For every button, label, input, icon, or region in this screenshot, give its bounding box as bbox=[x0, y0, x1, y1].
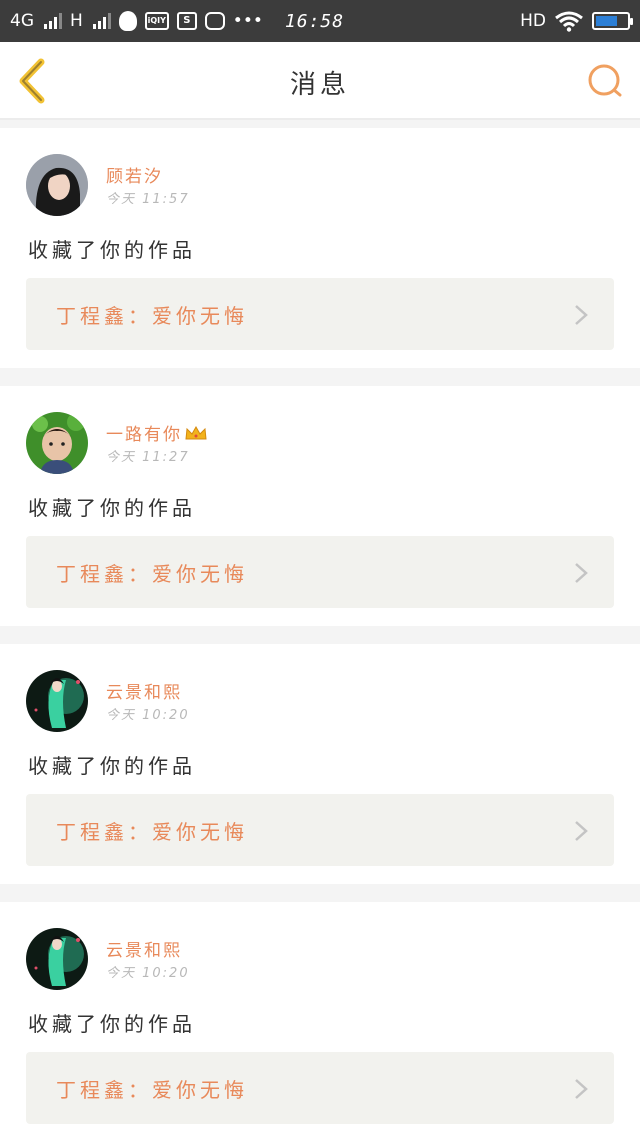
message-time: 今天 10:20 bbox=[106, 966, 190, 981]
message-time: 今天 11:57 bbox=[106, 192, 190, 207]
username[interactable]: 一路有你 bbox=[106, 420, 208, 445]
message-card: 顾若汐 今天 11:57 收藏了你的作品 丁程鑫：爱你无悔 bbox=[0, 128, 640, 368]
avatar[interactable] bbox=[26, 412, 88, 474]
work-title: 丁程鑫：爱你无悔 bbox=[56, 1078, 248, 1102]
crown-icon bbox=[185, 425, 207, 440]
username[interactable]: 云景和熙 bbox=[106, 936, 182, 961]
chevron-right-icon bbox=[575, 305, 588, 325]
iqiyi-icon: iQIY bbox=[144, 12, 169, 30]
qq-icon bbox=[118, 11, 137, 31]
chevron-right-icon bbox=[575, 1079, 588, 1099]
header-bar: 消息 bbox=[0, 42, 640, 120]
hd-indicator: HD bbox=[520, 11, 546, 31]
network-type-4g: 4G bbox=[10, 11, 34, 31]
s-app-icon: S bbox=[176, 12, 197, 30]
chevron-right-icon bbox=[575, 563, 588, 583]
database-app-icon bbox=[204, 12, 225, 30]
status-bar-right: HD bbox=[520, 0, 633, 42]
chevron-right-icon bbox=[575, 821, 588, 841]
work-link[interactable]: 丁程鑫：爱你无悔 bbox=[26, 1052, 614, 1124]
status-bar-left: 4G H iQIY S ••• 16:58 bbox=[10, 0, 344, 42]
message-card: 云景和熙 今天 10:20 收藏了你的作品 丁程鑫：爱你无悔 bbox=[0, 644, 640, 884]
work-link[interactable]: 丁程鑫：爱你无悔 bbox=[26, 278, 614, 350]
message-action: 收藏了你的作品 bbox=[28, 496, 196, 520]
avatar[interactable] bbox=[26, 670, 88, 732]
wifi-icon bbox=[555, 11, 583, 32]
search-icon[interactable] bbox=[586, 62, 624, 100]
message-time: 今天 10:20 bbox=[106, 708, 190, 723]
message-action: 收藏了你的作品 bbox=[28, 1012, 196, 1036]
network-type-h: H bbox=[70, 11, 83, 31]
work-title: 丁程鑫：爱你无悔 bbox=[56, 562, 248, 586]
username[interactable]: 云景和熙 bbox=[106, 678, 182, 703]
clock: 16:58 bbox=[284, 10, 345, 32]
message-action: 收藏了你的作品 bbox=[28, 754, 196, 778]
work-link[interactable]: 丁程鑫：爱你无悔 bbox=[26, 794, 614, 866]
signal-icon bbox=[44, 13, 62, 29]
message-card: 一路有你 今天 11:27 收藏了你的作品 丁程鑫：爱你无悔 bbox=[0, 386, 640, 626]
message-action: 收藏了你的作品 bbox=[28, 238, 196, 262]
page-title: 消息 bbox=[289, 70, 350, 100]
signal-icon bbox=[92, 13, 111, 29]
avatar[interactable] bbox=[26, 154, 88, 216]
battery-icon bbox=[592, 12, 633, 30]
username[interactable]: 顾若汐 bbox=[106, 162, 163, 187]
more-icon: ••• bbox=[232, 11, 263, 31]
avatar[interactable] bbox=[26, 928, 88, 990]
work-link[interactable]: 丁程鑫：爱你无悔 bbox=[26, 536, 614, 608]
status-bar: 4G H iQIY S ••• 16:58 HD bbox=[0, 0, 640, 42]
message-time: 今天 11:27 bbox=[106, 450, 190, 465]
message-card: 云景和熙 今天 10:20 收藏了你的作品 丁程鑫：爱你无悔 bbox=[0, 902, 640, 1138]
work-title: 丁程鑫：爱你无悔 bbox=[56, 304, 248, 328]
work-title: 丁程鑫：爱你无悔 bbox=[56, 820, 248, 844]
